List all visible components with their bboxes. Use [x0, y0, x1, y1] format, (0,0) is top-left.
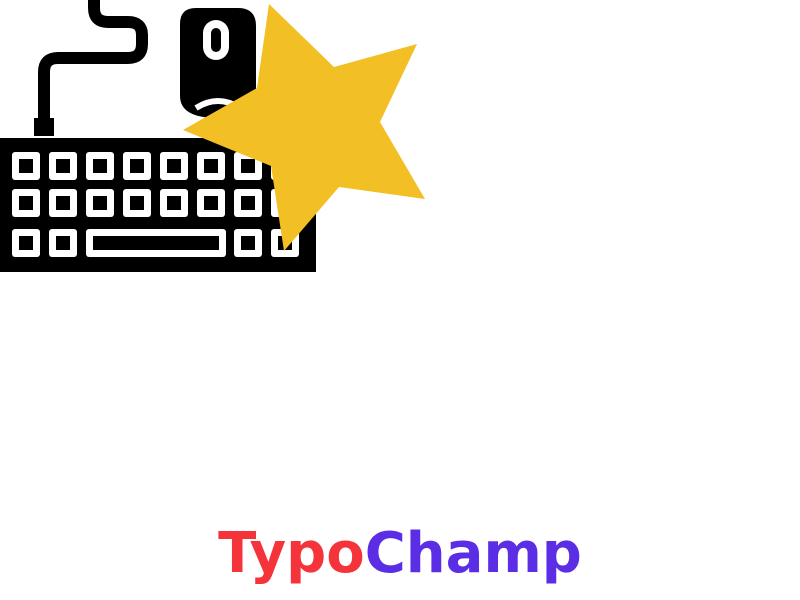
keyboard-key-inset [167, 159, 181, 173]
keyboard-key-inset [56, 196, 70, 210]
keyboard-key-inset [204, 196, 218, 210]
keyboard-key-inset [167, 196, 181, 210]
keyboard-key-inset [56, 236, 70, 250]
logo-page: TypoChamp [0, 0, 800, 600]
cable-plug [34, 118, 54, 136]
logo-graphic [0, 0, 425, 272]
brand-wordmark: TypoChamp [0, 518, 800, 590]
keyboard-key-inset [56, 159, 70, 173]
keyboard-key-inset [241, 236, 255, 250]
keyboard-key-inset [19, 159, 33, 173]
cable-icon [38, 0, 148, 124]
keyboard-key-inset [19, 196, 33, 210]
keyboard-key-inset [130, 159, 144, 173]
brand-wordmark-part1: Typo [218, 521, 365, 586]
keyboard-key-inset [19, 236, 33, 250]
keyboard-key-inset [93, 159, 107, 173]
keyboard-key-inset [130, 196, 144, 210]
keyboard-key-inset [241, 196, 255, 210]
keyboard-key-inset [241, 159, 255, 173]
keyboard-key-inset [204, 159, 218, 173]
keyboard-key-inset [93, 236, 219, 250]
keyboard-key-inset [93, 196, 107, 210]
brand-wordmark-part2: Champ [364, 521, 582, 586]
